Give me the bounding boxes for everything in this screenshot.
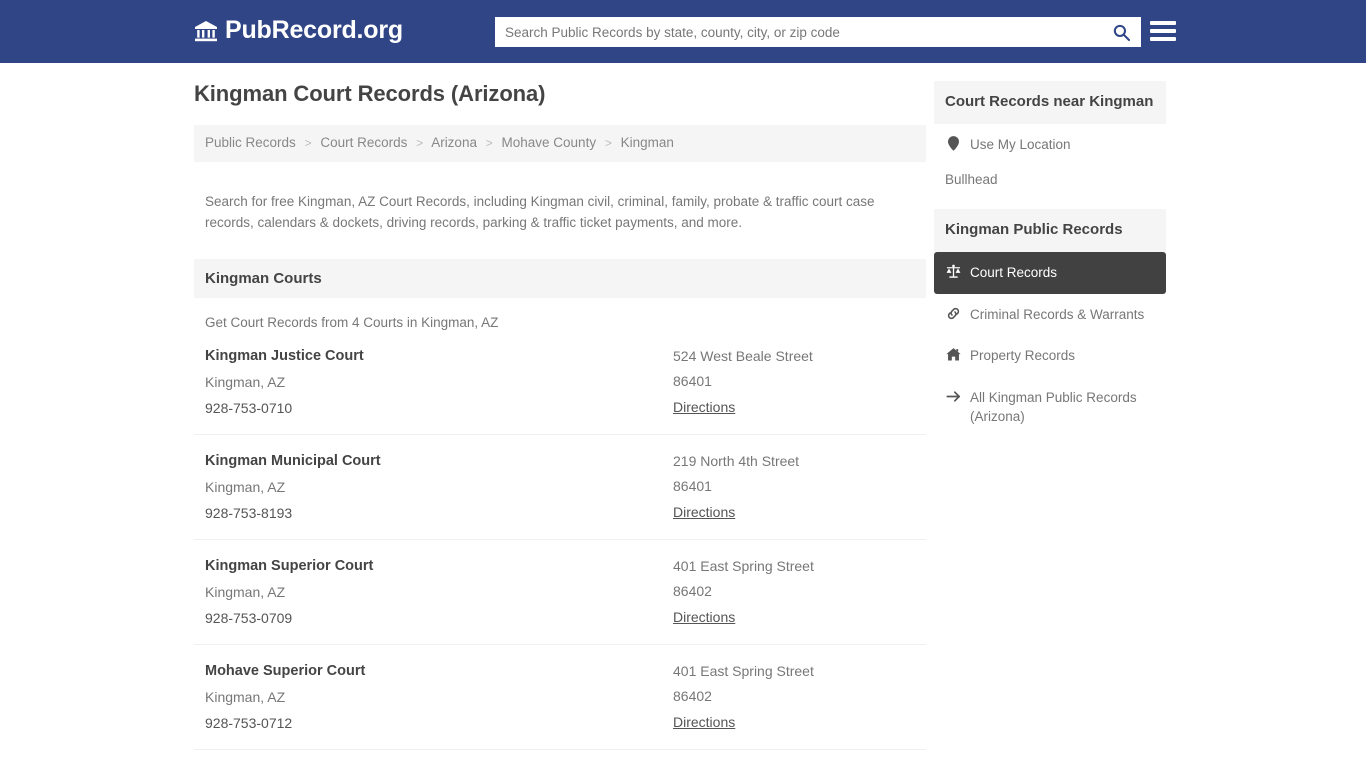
court-details: Mohave Superior Court Kingman, AZ 928-75… <box>205 663 673 732</box>
sidebar-item-property-records[interactable]: Property Records <box>934 335 1166 377</box>
search-input[interactable] <box>495 18 1101 46</box>
sidebar-heading-court-records-near: Court Records near Kingman <box>934 81 1166 125</box>
court-address: 524 West Beale Street 86401 Directions <box>673 348 915 417</box>
hamburger-menu-icon-bar <box>1150 37 1176 41</box>
sidebar-item-criminal-records[interactable]: Criminal Records & Warrants <box>934 294 1166 336</box>
court-zip: 86401 <box>673 373 712 390</box>
court-name: Kingman Superior Court <box>205 557 374 574</box>
sidebar-item-label: Criminal Records & Warrants <box>970 306 1145 322</box>
court-city-state: Kingman, AZ <box>205 688 286 705</box>
court-phone: 928-753-0710 <box>205 399 293 416</box>
court-address: 219 North 4th Street 86401 Directions <box>673 453 915 522</box>
main-column: Kingman Court Records (Arizona) Public R… <box>194 81 926 768</box>
table-row: Kingman Municipal Court Kingman, AZ 928-… <box>194 435 926 540</box>
court-street: 219 North 4th Street <box>673 452 800 469</box>
sidebar-item-court-records[interactable]: Court Records <box>934 252 1166 294</box>
breadcrumb: Public Records > Court Records > Arizona… <box>194 125 926 163</box>
court-street: 524 West Beale Street <box>673 347 813 364</box>
breadcrumb-item-arizona[interactable]: Arizona <box>431 135 477 150</box>
directions-link[interactable]: Directions <box>673 504 735 520</box>
breadcrumb-separator: > <box>416 136 424 151</box>
court-zip: 86402 <box>673 688 712 705</box>
site-header: PubRecord.org <box>0 0 1366 63</box>
hamburger-menu-icon-bar <box>1150 21 1176 25</box>
table-row: Kingman Justice Court Kingman, AZ 928-75… <box>194 330 926 435</box>
content-container: Kingman Court Records (Arizona) Public R… <box>0 81 1366 768</box>
court-zip: 86402 <box>673 583 712 600</box>
breadcrumb-item-court-records[interactable]: Court Records <box>320 135 407 150</box>
sidebar-record-list: Court Records Criminal Records & Warrant… <box>934 252 1166 438</box>
map-pin-icon <box>945 136 962 152</box>
arrow-right-icon <box>945 389 962 404</box>
court-name: Kingman Justice Court <box>205 347 364 364</box>
search-icon <box>1112 23 1131 42</box>
sidebar-heading-kingman-public-records: Kingman Public Records <box>934 208 1166 253</box>
court-address: 401 East Spring Street 86402 Directions <box>673 558 915 627</box>
court-details: Kingman Justice Court Kingman, AZ 928-75… <box>205 348 673 417</box>
link-chain-icon <box>945 306 962 321</box>
breadcrumb-separator: > <box>604 136 612 151</box>
table-row: Mohave Superior Court Kingman, AZ 928-75… <box>194 645 926 750</box>
sidebar-item-bullhead[interactable]: Bullhead <box>934 166 1166 193</box>
court-phone: 928-753-8193 <box>205 504 293 521</box>
sidebar-block-public-records: Kingman Public Records Court Records Cri… <box>934 208 1166 438</box>
breadcrumb-item-public-records[interactable]: Public Records <box>205 135 296 150</box>
page-title: Kingman Court Records (Arizona) <box>194 81 546 106</box>
sidebar-item-label: Bullhead <box>945 171 998 187</box>
bank-building-icon <box>194 19 218 43</box>
breadcrumb-separator: > <box>304 136 312 151</box>
court-details: Kingman Superior Court Kingman, AZ 928-7… <box>205 558 673 627</box>
directions-link[interactable]: Directions <box>673 609 735 625</box>
court-details: Kingman Municipal Court Kingman, AZ 928-… <box>205 453 673 522</box>
court-street: 401 East Spring Street <box>673 662 814 679</box>
breadcrumb-item-kingman[interactable]: Kingman <box>621 135 674 150</box>
sidebar-block-nearby: Court Records near Kingman Use My Locati… <box>934 81 1166 193</box>
court-city-state: Kingman, AZ <box>205 374 286 391</box>
court-address: 401 East Spring Street 86402 Directions <box>673 663 915 732</box>
breadcrumb-item-mohave-county[interactable]: Mohave County <box>502 135 597 150</box>
sidebar-item-all-public-records[interactable]: All Kingman Public Records (Arizona) <box>934 377 1166 438</box>
site-logo-link[interactable]: PubRecord.org <box>194 18 403 43</box>
sidebar-item-label: Property Records <box>970 348 1076 364</box>
court-zip: 86401 <box>673 478 712 495</box>
balance-scale-icon <box>945 264 962 279</box>
court-city-state: Kingman, AZ <box>205 583 286 600</box>
section-subheading-kingman-courts: Get Court Records from 4 Courts in Kingm… <box>205 314 499 330</box>
directions-link[interactable]: Directions <box>673 714 735 730</box>
court-phone: 928-753-0712 <box>205 714 293 731</box>
site-logo-text: PubRecord.org <box>225 16 403 44</box>
hamburger-menu-icon-bar <box>1150 29 1176 33</box>
court-phone: 928-753-0709 <box>205 609 293 626</box>
court-name: Mohave Superior Court <box>205 662 366 679</box>
home-icon <box>945 347 962 362</box>
page-body: Kingman Court Records (Arizona) Public R… <box>0 63 1366 768</box>
search-bar <box>495 17 1141 47</box>
hamburger-menu-button[interactable] <box>1150 18 1176 44</box>
court-name: Kingman Municipal Court <box>205 452 381 469</box>
breadcrumb-separator: > <box>485 136 493 151</box>
intro-description: Search for free Kingman, AZ Court Record… <box>205 193 875 230</box>
sidebar-item-label: All Kingman Public Records (Arizona) <box>970 389 1137 425</box>
search-button[interactable] <box>1101 17 1141 47</box>
section-heading-kingman-courts: Kingman Courts <box>194 258 926 298</box>
sidebar-item-use-my-location[interactable]: Use My Location <box>934 124 1166 166</box>
court-street: 401 East Spring Street <box>673 557 814 574</box>
directions-link[interactable]: Directions <box>673 399 735 415</box>
table-row: Kingman Superior Court Kingman, AZ 928-7… <box>194 540 926 645</box>
sidebar: Court Records near Kingman Use My Locati… <box>934 81 1166 454</box>
court-city-state: Kingman, AZ <box>205 479 286 495</box>
sidebar-item-label: Use My Location <box>970 137 1071 153</box>
sidebar-item-label: Court Records <box>970 265 1058 281</box>
